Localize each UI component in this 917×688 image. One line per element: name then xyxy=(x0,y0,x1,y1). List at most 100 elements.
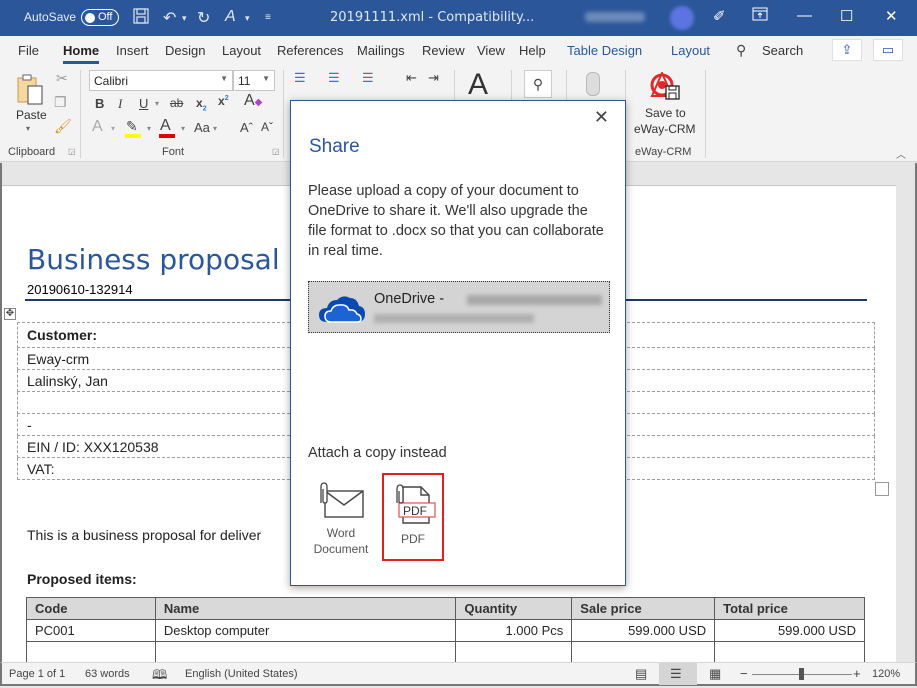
font-group-label: Font xyxy=(162,146,185,158)
strikethrough-icon[interactable]: ab xyxy=(170,96,183,110)
highlight-dropdown-icon[interactable]: ▾ xyxy=(147,124,151,133)
table-resize-handle[interactable] xyxy=(875,482,889,496)
tab-review[interactable]: Review xyxy=(422,43,465,58)
print-layout-icon[interactable]: ☰ xyxy=(670,666,682,682)
subscript-icon[interactable]: x2 xyxy=(196,96,207,112)
tab-mailings[interactable]: Mailings xyxy=(357,43,405,58)
grow-font-icon[interactable]: Aˆ xyxy=(240,120,253,135)
table-move-handle[interactable]: ✥ xyxy=(4,308,16,320)
proofing-icon[interactable]: 🕮 xyxy=(152,666,167,688)
close-button[interactable]: ✕ xyxy=(885,7,898,25)
tab-references[interactable]: References xyxy=(277,43,343,58)
cell-sale-price: 599.000 USD xyxy=(571,619,716,642)
find-icon[interactable]: ⚲ xyxy=(524,70,552,98)
save-to-eway-line1[interactable]: Save to xyxy=(645,106,686,120)
minimize-button[interactable]: — xyxy=(797,7,812,24)
customize-qat-icon[interactable]: ≡ xyxy=(265,12,271,23)
chevron-down-icon: ▼ xyxy=(262,74,270,83)
eway-save-icon[interactable] xyxy=(648,70,682,105)
autosave-toggle[interactable]: Off xyxy=(81,9,119,26)
page-count[interactable]: Page 1 of 1 xyxy=(9,668,65,680)
zoom-slider-thumb[interactable] xyxy=(799,668,804,680)
cut-icon[interactable]: ✂ xyxy=(56,70,68,87)
toggle-knob xyxy=(85,12,95,23)
shrink-font-icon[interactable]: Aˇ xyxy=(261,120,273,134)
user-name-blurred[interactable] xyxy=(585,12,645,22)
search-icon[interactable]: ⚲ xyxy=(736,42,746,59)
zoom-out-button[interactable]: − xyxy=(740,666,748,681)
paste-button[interactable]: Paste xyxy=(16,108,47,122)
dictate-icon[interactable] xyxy=(586,72,600,96)
font-name-select[interactable]: Calibri ▼ xyxy=(89,70,233,91)
dialog-close-button[interactable]: ✕ xyxy=(594,107,609,128)
multilevel-list-icon[interactable]: ☰ xyxy=(362,70,374,86)
bullets-icon[interactable]: ☰ xyxy=(294,70,306,86)
paste-icon[interactable] xyxy=(16,72,46,109)
onedrive-option[interactable]: OneDrive - xyxy=(308,281,610,333)
onedrive-email-blurred xyxy=(374,314,534,323)
font-color-icon[interactable]: A xyxy=(160,117,171,135)
language[interactable]: English (United States) xyxy=(185,668,298,680)
share-dialog: ✕ Share Please upload a copy of your doc… xyxy=(290,100,626,586)
redo-icon[interactable]: ↻ xyxy=(197,8,210,28)
avatar[interactable] xyxy=(670,6,694,30)
tab-design[interactable]: Design xyxy=(165,43,205,58)
spelling-dropdown-icon[interactable]: ▾ xyxy=(245,13,250,24)
ribbon-display-icon[interactable] xyxy=(752,7,768,25)
maximize-button[interactable]: ☐ xyxy=(840,7,853,25)
share-button[interactable]: ⇪ xyxy=(832,39,862,61)
word-count[interactable]: 63 words xyxy=(85,668,130,680)
font-launcher-icon[interactable]: ◲ xyxy=(272,147,280,156)
attach-pdf-option[interactable]: PDF PDF xyxy=(382,473,444,561)
text-effects-dropdown-icon[interactable]: ▾ xyxy=(111,124,115,133)
superscript-icon[interactable]: x2 xyxy=(218,94,229,108)
increase-indent-icon[interactable]: ⇥ xyxy=(428,70,439,86)
paste-dropdown-icon[interactable]: ▾ xyxy=(26,124,30,133)
header-sale-price: Sale price xyxy=(571,597,716,620)
tab-view[interactable]: View xyxy=(477,43,505,58)
eway-group-label: eWay-CRM xyxy=(635,146,692,158)
autosave-state: Off xyxy=(98,11,113,23)
bold-icon[interactable]: B xyxy=(95,96,104,111)
attach-word-document-option[interactable]: Word Document xyxy=(310,473,372,561)
underline-icon[interactable]: U xyxy=(139,96,148,111)
spelling-icon[interactable]: A xyxy=(225,8,236,26)
tab-insert[interactable]: Insert xyxy=(116,43,149,58)
web-layout-icon[interactable]: ▦ xyxy=(709,666,721,682)
save-icon[interactable] xyxy=(133,8,149,29)
clear-formatting-icon[interactable]: A◆ xyxy=(244,92,262,110)
highlight-icon[interactable]: ✎ xyxy=(126,118,138,135)
tab-help[interactable]: Help xyxy=(519,43,546,58)
copy-icon[interactable]: ❐ xyxy=(54,94,67,111)
font-color-dropdown-icon[interactable]: ▾ xyxy=(181,124,185,133)
tab-table-design[interactable]: Table Design xyxy=(567,43,642,58)
zoom-level[interactable]: 120% xyxy=(872,668,900,680)
save-to-eway-line2[interactable]: eWay-CRM xyxy=(634,122,696,136)
search-box[interactable]: Search xyxy=(762,43,803,58)
pdf-label: PDF xyxy=(401,532,425,546)
header-quantity: Quantity xyxy=(455,597,573,620)
read-mode-icon[interactable]: ▤ xyxy=(635,666,647,682)
coauthor-icon[interactable]: ✐ xyxy=(713,7,726,25)
tab-file[interactable]: File xyxy=(18,43,39,58)
tab-home[interactable]: Home xyxy=(63,43,100,64)
clipboard-launcher-icon[interactable]: ◲ xyxy=(68,147,76,156)
format-painter-icon[interactable]: 🖌 xyxy=(54,118,72,135)
italic-icon[interactable]: I xyxy=(118,96,122,112)
undo-dropdown-icon[interactable]: ▾ xyxy=(182,13,187,24)
change-case-dropdown-icon[interactable]: ▾ xyxy=(213,124,217,133)
font-size-select[interactable]: 11 ▼ xyxy=(233,70,275,91)
decrease-indent-icon[interactable]: ⇤ xyxy=(406,70,417,86)
undo-icon[interactable]: ↶ xyxy=(163,8,176,28)
text-effects-icon[interactable]: A xyxy=(92,118,103,136)
underline-dropdown-icon[interactable]: ▾ xyxy=(155,99,159,108)
numbering-icon[interactable]: ☰ xyxy=(328,70,340,86)
vertical-scrollbar[interactable] xyxy=(896,163,915,663)
comments-button[interactable]: ▭ xyxy=(873,39,903,61)
tab-table-layout[interactable]: Layout xyxy=(671,43,710,58)
change-case-icon[interactable]: Aa xyxy=(194,120,210,135)
collapse-ribbon-icon[interactable]: ︿ xyxy=(896,146,906,161)
tab-layout[interactable]: Layout xyxy=(222,43,261,58)
styles-icon[interactable]: A xyxy=(468,68,488,102)
zoom-in-button[interactable]: + xyxy=(853,666,861,681)
